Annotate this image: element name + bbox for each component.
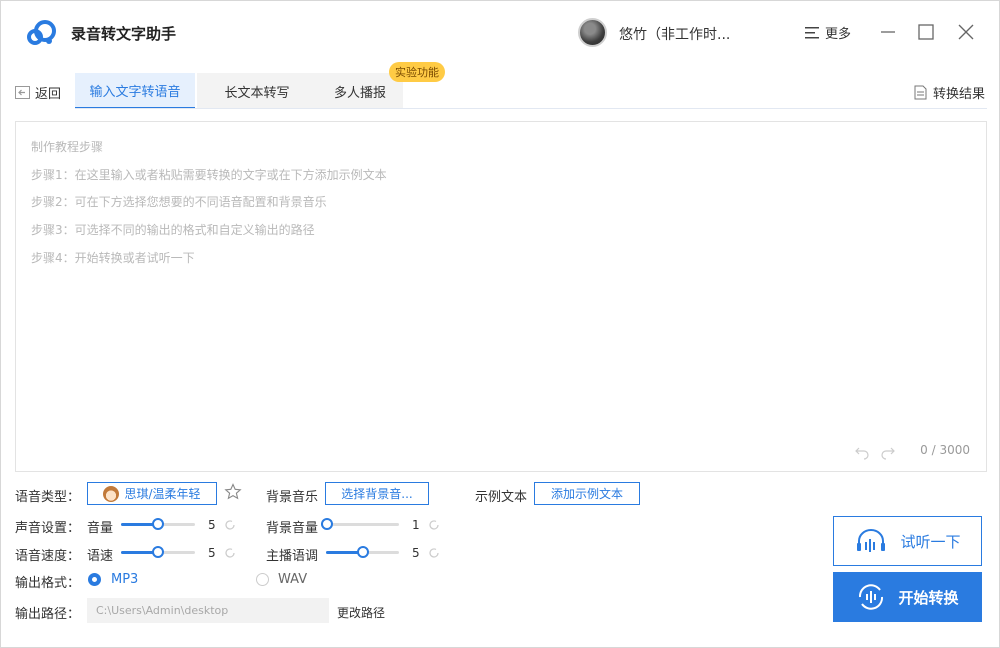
sound-settings-label: 声音设置： <box>15 521 81 536</box>
tab-long-text[interactable]: 长文本转写 <box>197 73 317 109</box>
back-button[interactable]: 返回 <box>15 83 61 102</box>
voice-name: 思琪/温柔年轻 <box>124 487 201 501</box>
undo-icon[interactable] <box>854 444 870 460</box>
speed-slider-knob[interactable] <box>152 546 164 558</box>
reset-volume-icon[interactable] <box>224 519 236 531</box>
tutorial-step: 步骤4：开始转换或者试听一下 <box>31 251 195 265</box>
tutorial-step: 步骤1：在这里输入或者粘贴需要转换的文字或在下方添加示例文本 <box>31 168 387 182</box>
pitch-label: 主播语调 <box>266 549 319 564</box>
volume-slider-knob[interactable] <box>152 518 164 530</box>
back-label: 返回 <box>35 87 62 102</box>
volume-slider[interactable] <box>121 518 195 530</box>
output-path-field[interactable]: C:\Users\Admin\desktop <box>87 598 329 623</box>
result-label: 转换结果 <box>933 87 986 102</box>
bg-volume-slider[interactable] <box>321 518 399 530</box>
tab-multi-speaker[interactable]: 多人播报 <box>317 73 403 109</box>
tab-text-to-speech[interactable]: 输入文字转语音 <box>75 73 195 109</box>
example-text-label: 示例文本 <box>475 490 528 505</box>
reset-pitch-icon[interactable] <box>428 547 440 559</box>
title-bar: 录音转文字助手 悠竹（非工作时... 更多 <box>1 1 1000 63</box>
reset-speed-icon[interactable] <box>224 547 236 559</box>
voice-type-label: 语音类型： <box>15 490 81 505</box>
app-title: 录音转文字助手 <box>71 25 177 43</box>
conversion-result-button[interactable]: 转换结果 <box>914 83 985 102</box>
pitch-slider-knob[interactable] <box>356 546 369 558</box>
volume-label: 音量 <box>87 521 114 536</box>
preview-listen-button[interactable]: 试听一下 <box>833 516 982 566</box>
add-example-text-button[interactable]: 添加示例文本 <box>534 482 640 505</box>
start-conversion-button[interactable]: 开始转换 <box>833 572 982 622</box>
character-counter: 0 / 3000 <box>920 443 970 457</box>
more-label: 更多 <box>825 27 852 42</box>
select-bg-music-button[interactable]: 选择背景音... <box>325 482 429 505</box>
speed-label: 语速 <box>87 549 114 564</box>
tutorial-heading: 制作教程步骤 <box>31 140 104 154</box>
reset-bg-volume-icon[interactable] <box>428 519 440 531</box>
app-window: 录音转文字助手 悠竹（非工作时... 更多 返回 输入文字转语音 长文本转写 多… <box>0 0 1000 648</box>
more-menu-button[interactable]: 更多 <box>805 23 851 42</box>
volume-value: 5 <box>208 518 216 532</box>
pitch-value: 5 <box>412 546 420 560</box>
username[interactable]: 悠竹（非工作时... <box>619 24 730 44</box>
speech-speed-label: 语音速度： <box>15 549 81 564</box>
voice-avatar <box>103 485 120 502</box>
pitch-slider[interactable] <box>326 546 399 558</box>
tutorial-step: 步骤2：可在下方选择您想要的不同语音配置和背景音乐 <box>31 195 327 209</box>
star-icon[interactable] <box>224 483 242 501</box>
maximize-icon[interactable] <box>913 19 939 45</box>
experimental-badge: 实验功能 <box>389 62 445 82</box>
app-logo-icon <box>27 20 56 45</box>
redo-icon[interactable] <box>880 444 896 460</box>
tutorial-step: 步骤3：可选择不同的输出的格式和自定义输出的路径 <box>31 223 315 237</box>
output-format-label: 输出格式： <box>15 576 81 591</box>
tab-divider <box>75 108 987 109</box>
menu-icon <box>805 26 819 38</box>
bg-volume-label: 背景音量 <box>266 521 319 536</box>
bg-volume-value: 1 <box>412 518 420 532</box>
back-arrow-icon <box>15 86 30 99</box>
user-avatar[interactable] <box>578 18 607 47</box>
change-path-link[interactable]: 更改路径 <box>337 604 385 621</box>
bg-music-label: 背景音乐 <box>266 490 319 505</box>
headphones-icon <box>857 529 886 552</box>
document-icon <box>914 85 927 100</box>
radio-wav[interactable] <box>256 573 269 586</box>
text-input-area[interactable]: 制作教程步骤 步骤1：在这里输入或者粘贴需要转换的文字或在下方添加示例文本 步骤… <box>15 121 987 472</box>
listen-label: 试听一下 <box>900 532 961 551</box>
output-path-label: 输出路径： <box>15 607 81 622</box>
speed-slider[interactable] <box>121 546 195 558</box>
waveform-convert-icon <box>859 584 884 610</box>
format-mp3-label[interactable]: MP3 <box>111 572 138 587</box>
minimize-icon[interactable] <box>875 19 901 45</box>
radio-mp3[interactable] <box>88 573 101 586</box>
speed-value: 5 <box>208 546 216 560</box>
start-label: 开始转换 <box>898 588 959 607</box>
bg-volume-slider-knob[interactable] <box>321 518 333 530</box>
format-wav-label[interactable]: WAV <box>278 572 307 587</box>
close-icon[interactable] <box>953 19 979 45</box>
voice-select-button[interactable]: 思琪/温柔年轻 <box>87 482 217 505</box>
